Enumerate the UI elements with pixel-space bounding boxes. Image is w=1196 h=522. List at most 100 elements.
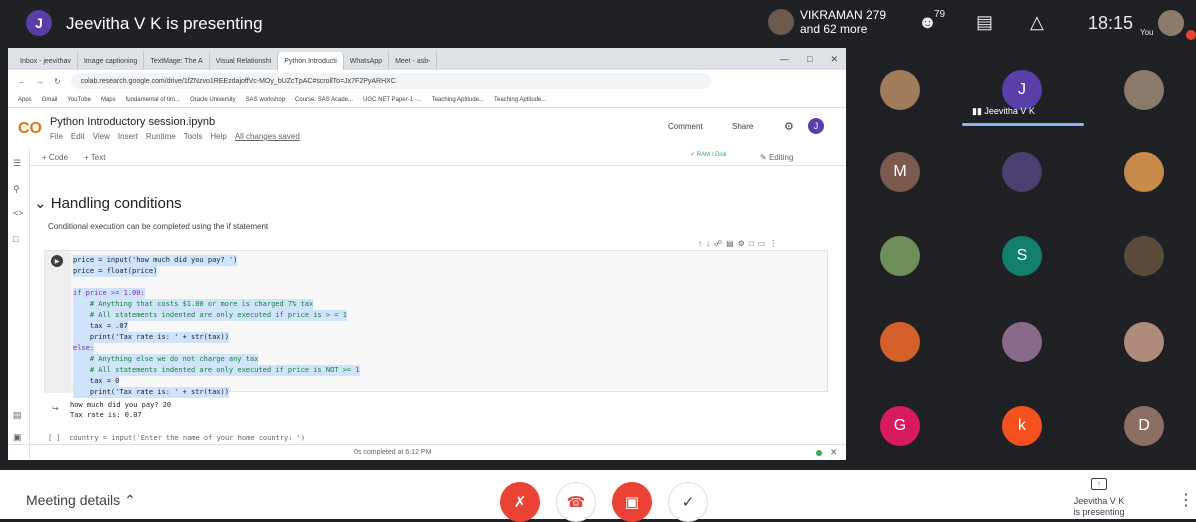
files-icon[interactable]: □	[13, 234, 18, 244]
colab-header: CO Python Introductory session.ipynb Fil…	[8, 110, 846, 150]
participant-avatar[interactable]	[1124, 322, 1164, 362]
browser-tab[interactable]: TextMage: The A	[144, 52, 210, 70]
participant-avatar[interactable]: S	[1002, 236, 1042, 276]
colab-user-avatar[interactable]: J	[808, 118, 824, 134]
code-line: tax = .07	[73, 321, 360, 332]
captions-button[interactable]: ✓	[668, 482, 708, 522]
presenting-name: Jeevitha V K	[1073, 496, 1125, 506]
chat-icon[interactable]: ▤	[976, 12, 993, 33]
minimize-icon[interactable]: —	[780, 54, 789, 65]
close-icon[interactable]: ✕	[830, 54, 838, 65]
terminal-icon[interactable]: ▣	[13, 432, 22, 443]
output-line: Tax rate is: 0.07	[70, 411, 142, 419]
next-code-cell[interactable]: [ ] country = input('Enter the name of y…	[48, 434, 305, 442]
bookmark[interactable]: Course: SAS Acade...	[295, 97, 353, 103]
presenting-status[interactable]: Jeevitha V Kis presenting	[1066, 496, 1132, 518]
presenting-status-label: is presenting	[1073, 507, 1125, 517]
more-options-icon[interactable]: ⋮	[1178, 490, 1194, 510]
bookmark[interactable]: fundamental of tim...	[126, 97, 180, 103]
save-status[interactable]: All changes saved	[235, 132, 300, 141]
menu-help[interactable]: Help	[210, 132, 226, 141]
bookmark[interactable]: Maps	[101, 97, 116, 103]
code-line-text: # Anything that costs $1.00 or more is c…	[73, 299, 314, 310]
mic-off-button[interactable]: ✗	[500, 482, 540, 522]
menu-edit[interactable]: Edit	[71, 132, 85, 141]
bookmarks-bar: Apps Gmail YouTube Maps fundamental of t…	[8, 92, 846, 108]
meeting-details-button[interactable]: Meeting details ⌃	[26, 492, 136, 509]
participant-avatar[interactable]: D	[1124, 406, 1164, 446]
browser-tab[interactable]: Meet - asb-	[389, 52, 438, 70]
menu-runtime[interactable]: Runtime	[146, 132, 176, 141]
code-snippets-icon[interactable]: <>	[13, 208, 24, 218]
browser-tab-active[interactable]: Python Introducti	[278, 52, 344, 70]
editing-mode[interactable]: ✎ Editing	[760, 153, 793, 162]
toc-icon[interactable]: ☰	[13, 158, 21, 169]
menu-insert[interactable]: Insert	[118, 132, 138, 141]
code-line: # All statements indented are only execu…	[73, 310, 360, 321]
url-field[interactable]: colab.research.google.com/drive/1fZNzvo1…	[70, 73, 711, 89]
present-icon[interactable]: ↑	[1091, 478, 1107, 490]
output-line: how much did you pay? 20	[70, 401, 172, 409]
menu-tools[interactable]: Tools	[184, 132, 203, 141]
gear-icon[interactable]: ⚙	[784, 120, 794, 133]
comment-button[interactable]: Comment	[668, 122, 703, 131]
viewer-summary[interactable]: VIKRAMAN 279 and 62 more	[768, 8, 886, 36]
reload-icon[interactable]: ↻	[54, 77, 61, 86]
bookmark[interactable]: Teaching Aptitude...	[432, 97, 484, 103]
cell-toolbar[interactable]: ↑↓☍▤⚙□▭⋮	[698, 239, 781, 248]
participant-avatar[interactable]	[1124, 236, 1164, 276]
search-icon[interactable]: ⚲	[13, 184, 20, 195]
participant-avatar[interactable]	[1002, 322, 1042, 362]
camera-off-button[interactable]: ▣	[612, 482, 652, 522]
add-code-button[interactable]: + Code	[42, 153, 68, 162]
bookmark[interactable]: Gmail	[42, 97, 58, 103]
bookmark[interactable]: YouTube	[67, 97, 91, 103]
output-icon[interactable]: ↪	[52, 404, 59, 413]
participant-avatar[interactable]: J	[1002, 70, 1042, 110]
maximize-icon[interactable]: □	[807, 54, 812, 65]
participant-avatar[interactable]: k	[1002, 406, 1042, 446]
run-cell-button[interactable]: ▶	[51, 255, 63, 267]
code-editor[interactable]: price = input('how much did you pay? ') p…	[73, 255, 360, 398]
browser-tab[interactable]: Image captioning	[78, 52, 145, 70]
bookmark[interactable]: Apps	[18, 97, 32, 103]
code-line-text: tax = .07	[73, 321, 128, 332]
participant-avatar[interactable]	[880, 236, 920, 276]
command-palette-icon[interactable]: ▤	[13, 410, 22, 421]
participant-avatar[interactable]: G	[880, 406, 920, 446]
resources-indicator[interactable]: ✓ RAM / Disk	[690, 151, 727, 158]
close-status-icon[interactable]: ✕	[830, 447, 838, 458]
share-button[interactable]: Share	[732, 122, 753, 131]
participant-avatar[interactable]	[1002, 152, 1042, 192]
leave-call-button[interactable]: ☎	[556, 482, 596, 522]
back-icon[interactable]: ←	[18, 77, 26, 86]
bookmark[interactable]: Oracle University	[190, 97, 236, 103]
participant-avatar[interactable]	[880, 70, 920, 110]
participant-avatar[interactable]	[880, 322, 920, 362]
section-heading: ⌄ Handling conditions	[34, 195, 182, 212]
bookmark[interactable]: UGC NET Paper-1 -...	[363, 97, 422, 103]
code-cell[interactable]: ▶ price = input('how much did you pay? '…	[44, 250, 828, 398]
menu-view[interactable]: View	[93, 132, 110, 141]
participant-avatar[interactable]: M	[880, 152, 920, 192]
participant-avatar[interactable]	[1124, 152, 1164, 192]
self-avatar[interactable]	[1158, 10, 1184, 36]
bookmark[interactable]: Teaching Aptitude...	[494, 97, 546, 103]
disk-label: Disk	[715, 152, 727, 158]
add-text-button[interactable]: + Text	[84, 153, 105, 162]
bookmark[interactable]: SAS workshop	[246, 97, 285, 103]
notebook-title[interactable]: Python Introductory session.ipynb	[50, 116, 215, 128]
browser-tab[interactable]: Visual Relationshi	[210, 52, 279, 70]
forward-icon[interactable]: →	[36, 77, 44, 86]
participant-avatar[interactable]	[1124, 70, 1164, 110]
viewer-name: VIKRAMAN 279	[800, 8, 887, 22]
code-line-text: # All statements indented are only execu…	[73, 365, 360, 376]
browser-tab[interactable]: WhatsApp	[344, 52, 390, 70]
activities-icon[interactable]: △	[1030, 12, 1044, 33]
presenter-highlight	[962, 123, 1084, 126]
clock: 18:15	[1088, 13, 1134, 33]
meeting-details-label: Meeting details	[26, 492, 121, 508]
menu-file[interactable]: File	[50, 132, 63, 141]
browser-tab[interactable]: Inbox - jeevithav	[14, 52, 78, 70]
